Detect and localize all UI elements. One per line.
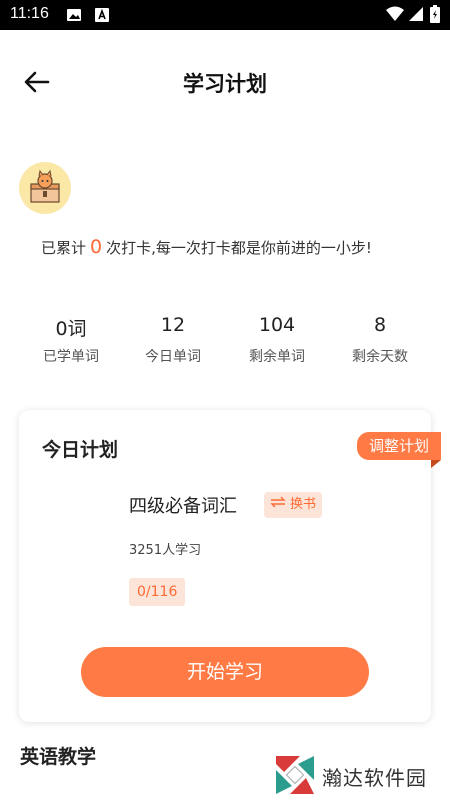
book-name: 四级必备词汇 xyxy=(129,496,237,517)
adjust-plan-button[interactable]: 调整计划 xyxy=(356,432,441,460)
image-icon xyxy=(66,7,82,27)
battery-icon xyxy=(430,5,440,27)
stat-label: 已学单词 xyxy=(43,349,99,365)
stats-row: 0词 已学单词 12 今日单词 104 剩余单词 8 剩余天数 xyxy=(0,314,450,374)
watermark-logo-icon xyxy=(272,752,318,798)
ribbon-fold xyxy=(431,460,441,468)
stat-learned-words: 0词 已学单词 xyxy=(16,314,126,366)
stat-value: 12 xyxy=(160,314,186,336)
stat-value: 8 xyxy=(373,314,387,336)
switch-book-button[interactable]: 换书 xyxy=(264,492,322,518)
wifi-icon xyxy=(386,6,404,26)
watermark-text: 瀚达软件园 xyxy=(322,766,427,790)
checkin-suffix: 次打卡,每一次打卡都是你前进的一小步! xyxy=(106,239,372,257)
font-icon xyxy=(94,7,110,27)
section-title: 英语教学 xyxy=(20,746,97,768)
stat-remaining-words: 104 剩余单词 xyxy=(222,314,332,366)
status-time: 11:16 xyxy=(10,5,49,22)
stat-today-words: 12 今日单词 xyxy=(118,314,228,366)
plan-title: 今日计划 xyxy=(42,439,119,461)
stat-value: 0词 xyxy=(55,318,87,340)
learner-count: 3251人学习 xyxy=(129,543,202,558)
checkin-summary: 已累计 0 次打卡,每一次打卡都是你前进的一小步! xyxy=(41,236,372,258)
status-bar: 11:16 xyxy=(0,0,450,30)
page-title: 学习计划 xyxy=(183,72,267,96)
progress-badge: 0/116 xyxy=(129,578,186,606)
switch-book-label: 换书 xyxy=(290,497,317,512)
header: 学习计划 xyxy=(0,60,450,104)
stat-label: 剩余天数 xyxy=(352,349,408,365)
signal-icon xyxy=(408,6,424,26)
stat-label: 今日单词 xyxy=(145,349,201,365)
checkin-prefix: 已累计 xyxy=(41,239,87,257)
stat-label: 剩余单词 xyxy=(249,349,305,365)
swap-icon xyxy=(270,496,286,512)
watermark: 瀚达软件园 xyxy=(272,752,442,798)
stat-value: 104 xyxy=(258,314,296,336)
avatar xyxy=(19,162,71,214)
start-learning-button[interactable]: 开始学习 xyxy=(81,647,369,697)
today-plan-card: 今日计划 调整计划 四级必备词汇 换书 3251人学习 0/116 开始学习 xyxy=(19,410,441,722)
stat-remaining-days: 8 剩余天数 xyxy=(325,314,435,366)
checkin-count: 0 xyxy=(90,236,103,258)
